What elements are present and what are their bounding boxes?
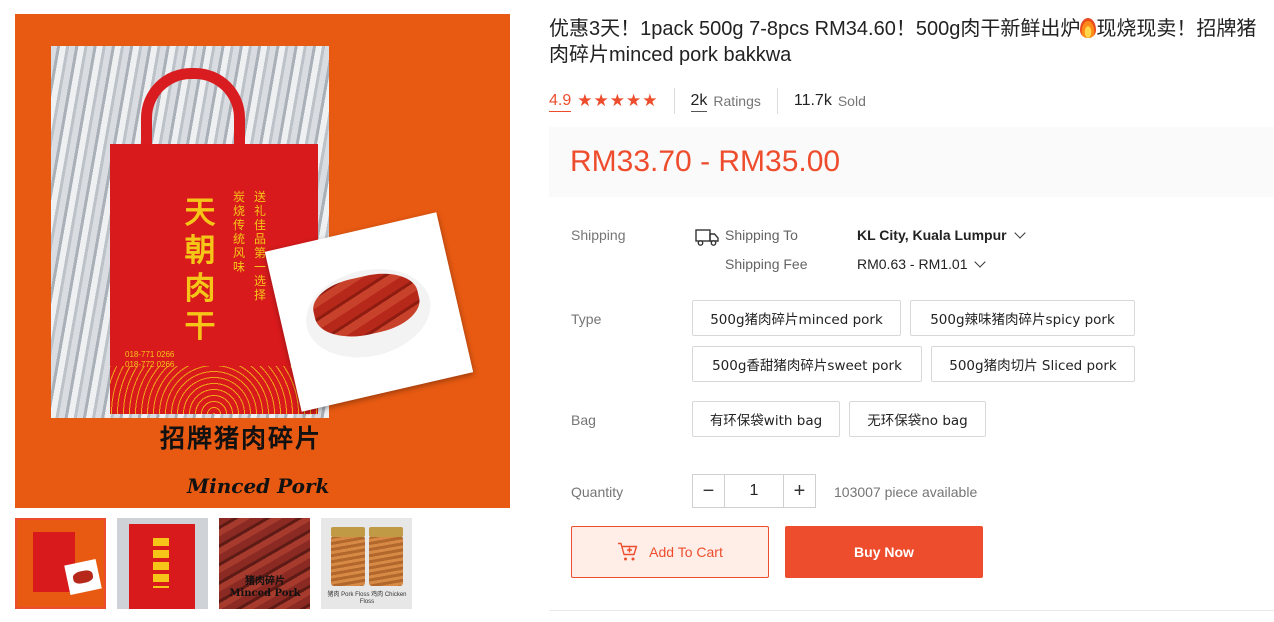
jar-chicken-floss <box>369 527 403 586</box>
bag-phone-1: 018-771 0266 <box>125 350 175 359</box>
thumb-label: 猪肉碎片 Minced Pork <box>229 576 301 599</box>
sold-label: Sold <box>837 93 866 109</box>
thumbnail-strip: 猪肉碎片 Minced Pork 猪肉 Pork Floss 鸡肉 Chicke… <box>15 518 412 609</box>
quantity-stepper: − 1 + <box>692 474 816 508</box>
thumb-plate <box>64 559 102 595</box>
shipping-to-label: Shipping To <box>725 227 798 243</box>
truck-icon <box>695 229 719 246</box>
cart-plus-icon <box>618 542 638 561</box>
bag-option-with-bag[interactable]: 有环保袋with bag <box>692 401 840 437</box>
shipping-fee-value: RM0.63 - RM1.01 <box>857 256 968 272</box>
title-part-1: 优惠3天！1pack 500g 7-8pcs RM34.60！500g肉干新鲜出… <box>549 18 1081 40</box>
thumbnail-2[interactable] <box>117 518 208 609</box>
rating-stars: ★ ★ ★ ★ ★ <box>577 91 657 111</box>
type-option-spicy[interactable]: 500g辣味猪肉碎片spicy pork <box>910 300 1135 336</box>
type-option-sliced[interactable]: 500g猪肉切片 Sliced pork <box>931 346 1135 382</box>
type-option-sweet[interactable]: 500g香甜猪肉碎片sweet pork <box>692 346 922 382</box>
buy-now-button[interactable]: Buy Now <box>785 526 983 578</box>
shipping-to-value: KL City, Kuala Lumpur <box>857 227 1007 243</box>
star-icon: ★ <box>642 91 658 111</box>
jar-pork-floss <box>331 527 365 586</box>
main-product-image[interactable]: 天朝肉干 炭烧传统风味 送礼佳品第一选择 018-771 0266 018-77… <box>15 14 510 508</box>
product-stats: 4.9 ★ ★ ★ ★ ★ 2k Ratings 11.7k Sold <box>549 88 866 114</box>
ratings-label: Ratings <box>713 93 761 109</box>
quantity-input[interactable]: 1 <box>725 474 783 508</box>
fire-icon <box>1080 18 1097 38</box>
bag-option-no-bag[interactable]: 无环保袋no bag <box>849 401 986 437</box>
price-panel: RM33.70 - RM35.00 <box>549 127 1274 197</box>
shipping-fee-label: Shipping Fee <box>725 256 808 272</box>
divider <box>673 88 675 114</box>
chevron-down-icon <box>1013 226 1026 239</box>
decrease-button[interactable]: − <box>692 474 725 508</box>
bag-brand-text: 天朝肉干 <box>184 195 216 345</box>
star-icon: ★ <box>626 91 642 111</box>
quantity-label: Quantity <box>571 484 624 500</box>
price-range: RM33.70 - RM35.00 <box>570 145 841 178</box>
thumb-label: 猪肉 Pork Floss 鸡肉 Chicken Floss <box>327 592 407 605</box>
thumbnail-4[interactable]: 猪肉 Pork Floss 鸡肉 Chicken Floss <box>321 518 412 609</box>
shipping-label: Shipping <box>571 227 626 243</box>
sold-count: 11.7k <box>793 92 832 109</box>
shipping-to-dropdown[interactable]: KL City, Kuala Lumpur <box>857 226 1026 243</box>
shipping-fee-dropdown[interactable]: RM0.63 - RM1.01 <box>857 255 987 272</box>
star-icon: ★ <box>609 91 625 111</box>
star-icon: ★ <box>593 91 609 111</box>
divider <box>776 88 778 114</box>
chevron-down-icon <box>974 255 987 268</box>
image-caption-english: Minced Pork <box>187 474 330 498</box>
increase-button[interactable]: + <box>783 474 816 508</box>
stock-available: 103007 piece available <box>834 484 978 500</box>
thumbnail-3[interactable]: 猪肉碎片 Minced Pork <box>219 518 310 609</box>
star-icon: ★ <box>577 91 593 111</box>
bag-slogan-1: 炭烧传统风味 <box>232 190 245 274</box>
bag-slogan-2: 送礼佳品第一选择 <box>253 190 266 302</box>
image-caption-chinese: 招牌猪肉碎片 <box>160 424 323 453</box>
bag-label: Bag <box>571 412 596 428</box>
product-title: 优惠3天！1pack 500g 7-8pcs RM34.60！500g肉干新鲜出… <box>549 16 1269 68</box>
ratings-count[interactable]: 2k <box>690 91 708 112</box>
thumb-bag <box>129 524 195 609</box>
type-label: Type <box>571 311 602 327</box>
rating-value[interactable]: 4.9 <box>549 91 572 112</box>
add-to-cart-label: Add To Cart <box>649 544 723 560</box>
thumbnail-1[interactable] <box>15 518 106 609</box>
add-to-cart-button[interactable]: Add To Cart <box>571 526 769 578</box>
type-option-minced[interactable]: 500g猪肉碎片minced pork <box>692 300 901 336</box>
section-divider <box>549 610 1274 611</box>
bag-wave-pattern <box>110 366 318 414</box>
